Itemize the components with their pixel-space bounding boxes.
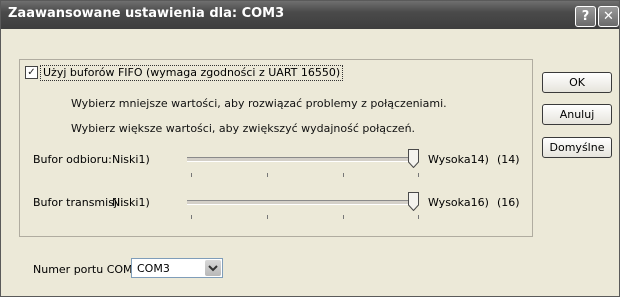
receive-slider-track[interactable] [187, 157, 419, 162]
hint-larger-values: Wybierz większe wartości, aby zwiększyć … [71, 122, 416, 135]
receive-high-label: Wysoka14) [428, 153, 489, 166]
com-port-label: Numer portu COM: [33, 263, 137, 276]
com-port-value: COM3 [137, 262, 170, 275]
dropdown-arrow[interactable] [205, 260, 221, 276]
transmit-slider-ticks [191, 215, 419, 219]
cancel-button[interactable]: Anuluj [542, 104, 612, 125]
receive-low-label: Niski1) [112, 153, 150, 166]
fifo-label[interactable]: Użyj buforów FIFO (wymaga zgodności z UA… [40, 65, 344, 81]
receive-slider-ticks [191, 173, 419, 177]
checkmark-icon: ✓ [27, 67, 36, 78]
fifo-checkbox[interactable]: ✓ [25, 66, 38, 79]
transmit-slider-track[interactable] [187, 200, 419, 205]
help-button[interactable]: ? [575, 6, 596, 27]
transmit-slider-thumb[interactable] [408, 192, 419, 211]
window-title: Zaawansowane ustawienia dla: COM3 [8, 6, 285, 21]
receive-value: (14) [497, 153, 520, 166]
question-mark-icon: ? [581, 9, 590, 24]
transmit-high-label: Wysoka16) [428, 196, 489, 209]
receive-buffer-label: Bufor odbioru: [33, 153, 112, 166]
ok-button[interactable]: OK [542, 72, 612, 93]
transmit-low-label: Niski1) [112, 196, 150, 209]
transmit-value: (16) [497, 196, 520, 209]
transmit-buffer-label: Bufor transmisji: [33, 196, 124, 209]
fifo-option[interactable]: ✓ Użyj buforów FIFO (wymaga zgodności z … [25, 65, 344, 81]
com-port-select[interactable]: COM3 [131, 258, 223, 278]
close-icon: ✕ [603, 9, 614, 24]
defaults-button[interactable]: Domyślne [542, 137, 612, 158]
settings-group [19, 59, 533, 237]
receive-slider-thumb[interactable] [408, 149, 419, 168]
title-bar: Zaawansowane ustawienia dla: COM3 ? ✕ [1, 1, 619, 29]
close-button[interactable]: ✕ [598, 6, 619, 27]
advanced-settings-dialog: Zaawansowane ustawienia dla: COM3 ? ✕ ✓ … [0, 0, 620, 297]
hint-smaller-values: Wybierz mniejsze wartości, aby rozwiązać… [71, 97, 447, 110]
chevron-down-icon [208, 265, 218, 272]
